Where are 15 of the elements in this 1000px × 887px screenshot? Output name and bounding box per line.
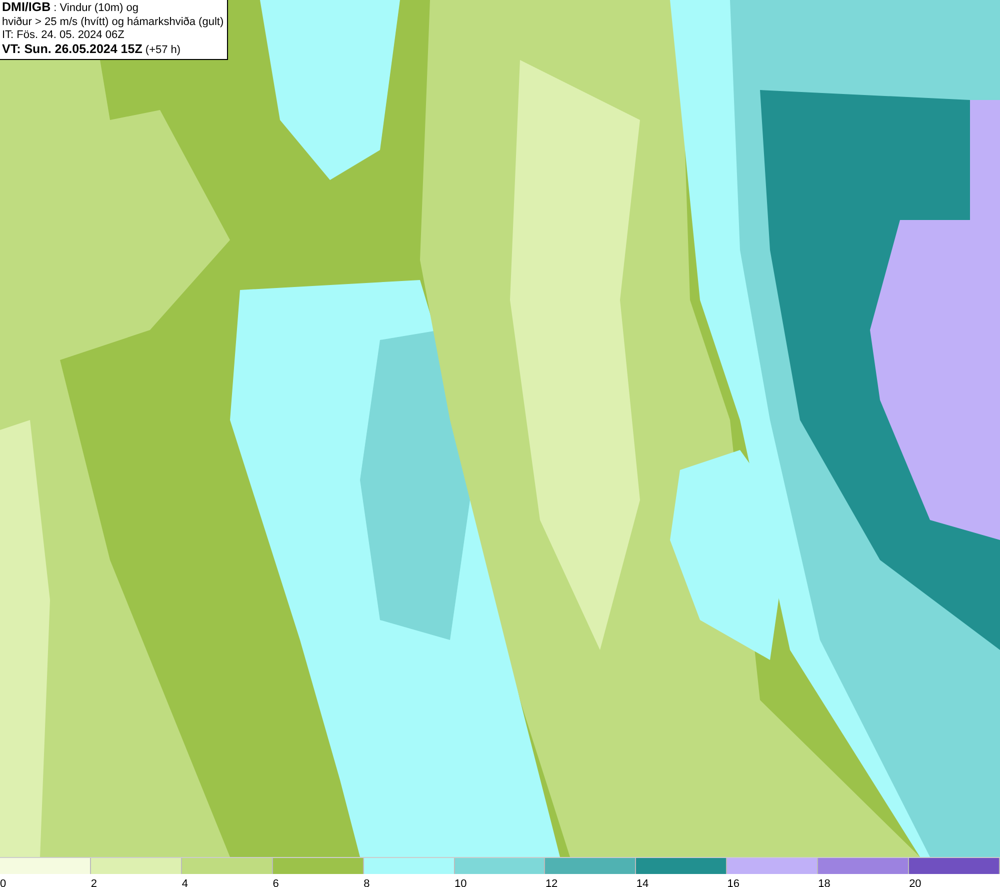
- header-text: DMI/IGB : Vindur (10m) og: [2, 1, 140, 16]
- header-text: hviður > 25 m/s (hvítt) og hámarkshviða (gult): [2, 16, 224, 29]
- tick-label: 18: [818, 878, 830, 887]
- tick-label: 20: [909, 878, 922, 887]
- tick-label: 2: [90, 878, 98, 887]
- tick-label: 10: [454, 878, 467, 887]
- tick-label: 12: [545, 878, 558, 887]
- tick-label: 16: [727, 878, 740, 887]
- tick-label: 6: [272, 878, 279, 887]
- header-text: IT: Fös. 24. 05. 2024 06Z: [2, 29, 126, 42]
- tick-label: 4: [182, 878, 188, 887]
- header-text: VT: Sun. 26.05.2024 15Z (+57 h): [2, 42, 182, 57]
- tick-label: 14: [636, 878, 649, 887]
- tick-label: 8: [364, 878, 370, 887]
- tick-label: 0: [0, 878, 6, 887]
